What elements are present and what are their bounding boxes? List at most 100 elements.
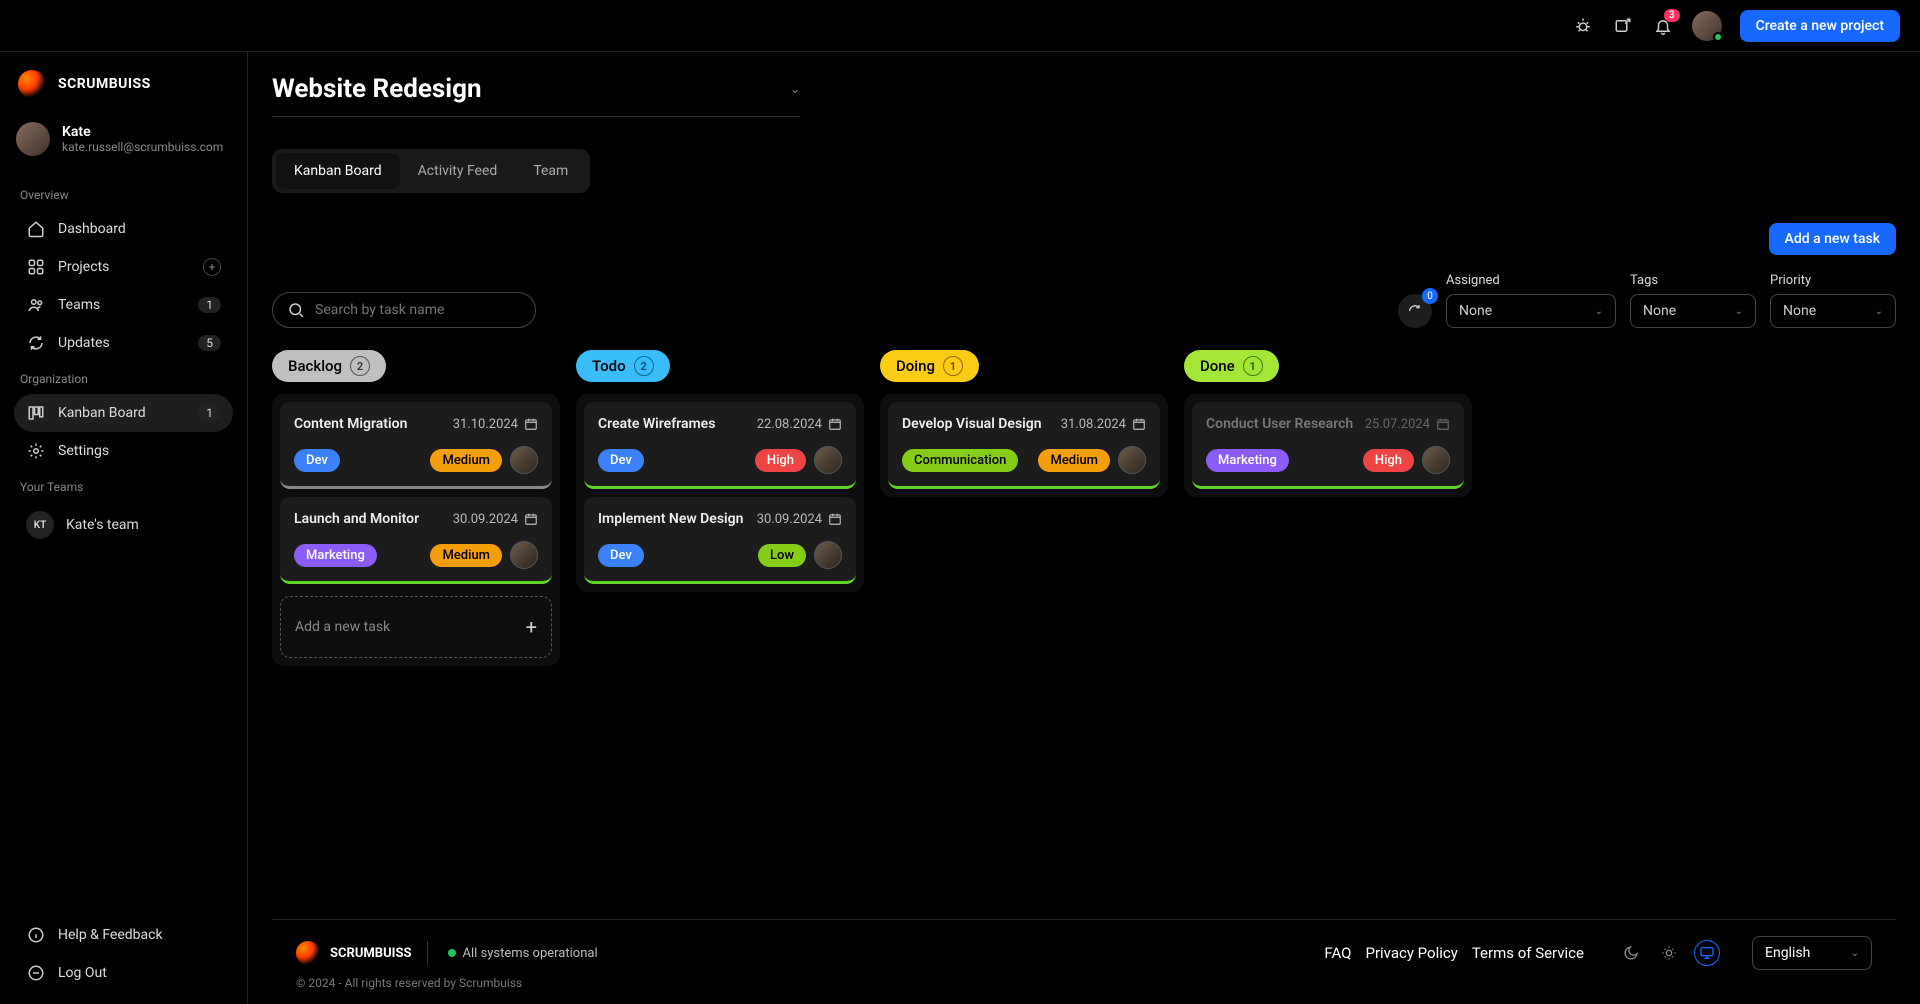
add-task-card[interactable]: Add a new task +	[280, 596, 552, 658]
tab-kanban[interactable]: Kanban Board	[276, 153, 400, 189]
column-header-todo[interactable]: Todo 2	[576, 350, 670, 382]
column-todo: Todo 2 Create Wireframes 22.08.2024 Dev …	[576, 350, 864, 592]
search-box[interactable]	[272, 292, 536, 328]
filter-priority-select[interactable]: None⌄	[1770, 294, 1896, 328]
priority-chip: Medium	[430, 449, 502, 472]
assignee-avatar	[510, 541, 538, 569]
column-done: Done 1 Conduct User Research 25.07.2024 …	[1184, 350, 1472, 497]
section-organization: Organization	[20, 372, 233, 386]
column-doing: Doing 1 Develop Visual Design 31.08.2024…	[880, 350, 1168, 497]
sun-icon[interactable]	[1656, 940, 1682, 966]
task-card[interactable]: Implement New Design 30.09.2024 Dev Low	[584, 497, 856, 584]
refresh-icon	[1407, 303, 1423, 319]
refresh-icon	[26, 333, 46, 353]
add-project-icon[interactable]: +	[203, 258, 221, 276]
theme-switcher	[1618, 940, 1720, 966]
copyright: © 2024 - All rights reserved by Scrumbui…	[272, 976, 1896, 1004]
filter-assigned-label: Assigned	[1446, 273, 1616, 288]
chevron-down-icon: ⌄	[790, 82, 800, 96]
nav-kanban[interactable]: Kanban Board 1	[14, 394, 233, 432]
tag-chip: Dev	[598, 449, 644, 472]
add-task-button[interactable]: Add a new task	[1769, 223, 1896, 255]
search-icon	[287, 301, 305, 319]
info-icon	[26, 925, 46, 945]
monitor-icon[interactable]	[1694, 940, 1720, 966]
language-select[interactable]: English⌄	[1752, 936, 1872, 970]
tag-chip: Dev	[294, 449, 340, 472]
tag-chip: Marketing	[1206, 449, 1289, 472]
refresh-filters-button[interactable]: 0	[1398, 294, 1432, 328]
nav-badge: 1	[198, 297, 221, 313]
footer-brand[interactable]: SCRUMBUISS	[296, 941, 428, 965]
filter-row: 0 Assigned None⌄ Tags None⌄ Priority Non…	[272, 273, 1896, 328]
brand[interactable]: SCRUMBUISS	[14, 70, 233, 98]
nav-teams[interactable]: Teams 1	[14, 286, 233, 324]
filter-tags-select[interactable]: None⌄	[1630, 294, 1756, 328]
tab-activity[interactable]: Activity Feed	[400, 153, 516, 189]
project-selector[interactable]: Website Redesign ⌄	[272, 74, 800, 117]
task-card[interactable]: Launch and Monitor 30.09.2024 Marketing …	[280, 497, 552, 584]
card-date: 31.10.2024	[453, 417, 538, 432]
filter-priority-label: Priority	[1770, 273, 1896, 288]
nav-label: Projects	[58, 259, 109, 275]
task-card[interactable]: Content Migration 31.10.2024 Dev Medium	[280, 402, 552, 489]
filter-assigned-select[interactable]: None⌄	[1446, 294, 1616, 328]
priority-chip: High	[755, 449, 806, 472]
create-project-button[interactable]: Create a new project	[1740, 10, 1900, 42]
user-email: kate.russell@scrumbuiss.com	[62, 140, 223, 154]
nav-label: Log Out	[58, 965, 107, 981]
nav-label: Teams	[58, 297, 100, 313]
calendar-icon	[1436, 417, 1450, 431]
sidebar-user[interactable]: Kate kate.russell@scrumbuiss.com	[14, 122, 233, 156]
tab-team[interactable]: Team	[515, 153, 586, 189]
home-icon	[26, 219, 46, 239]
kanban-board: Backlog 2 Content Migration 31.10.2024 D…	[272, 350, 1896, 666]
nav-label: Settings	[58, 443, 109, 459]
chevron-down-icon: ⌄	[1735, 306, 1743, 317]
plus-icon: +	[526, 615, 537, 639]
chevron-down-icon: ⌄	[1851, 948, 1859, 959]
task-card[interactable]: Develop Visual Design 31.08.2024 Communi…	[888, 402, 1160, 489]
logout-icon	[26, 963, 46, 983]
nav-help[interactable]: Help & Feedback	[14, 916, 233, 954]
priority-chip: Medium	[430, 544, 502, 567]
tag-chip: Marketing	[294, 544, 377, 567]
footer-terms[interactable]: Terms of Service	[1472, 944, 1584, 962]
task-card[interactable]: Conduct User Research 25.07.2024 Marketi…	[1192, 402, 1464, 489]
system-status[interactable]: All systems operational	[448, 946, 597, 961]
nav-label: Kate's team	[66, 517, 139, 533]
nav-dashboard[interactable]: Dashboard	[14, 210, 233, 248]
nav-settings[interactable]: Settings	[14, 432, 233, 470]
assignee-avatar	[510, 446, 538, 474]
notifications-icon[interactable]: 3	[1652, 15, 1674, 37]
footer-faq[interactable]: FAQ	[1324, 944, 1351, 962]
calendar-icon	[524, 417, 538, 431]
share-icon[interactable]	[1612, 15, 1634, 37]
column-header-backlog[interactable]: Backlog 2	[272, 350, 386, 382]
search-input[interactable]	[315, 302, 521, 318]
nav-team-kate[interactable]: KT Kate's team	[14, 502, 233, 548]
status-dot-icon	[448, 949, 456, 957]
footer-privacy[interactable]: Privacy Policy	[1365, 944, 1457, 962]
section-your-teams: Your Teams	[20, 480, 233, 494]
card-date: 30.09.2024	[757, 512, 842, 527]
kanban-icon	[26, 403, 46, 423]
moon-icon[interactable]	[1618, 940, 1644, 966]
task-card[interactable]: Create Wireframes 22.08.2024 Dev High	[584, 402, 856, 489]
card-date: 25.07.2024	[1365, 417, 1450, 432]
nav-projects[interactable]: Projects +	[14, 248, 233, 286]
nav-updates[interactable]: Updates 5	[14, 324, 233, 362]
column-header-doing[interactable]: Doing 1	[880, 350, 979, 382]
brand-name: SCRUMBUISS	[58, 76, 151, 92]
footer-links: FAQ Privacy Policy Terms of Service	[1324, 944, 1584, 962]
nav-badge: 1	[198, 405, 221, 421]
calendar-icon	[828, 417, 842, 431]
user-avatar-top[interactable]	[1692, 11, 1722, 41]
column-header-done[interactable]: Done 1	[1184, 350, 1279, 382]
bug-icon[interactable]	[1572, 15, 1594, 37]
nav-logout[interactable]: Log Out	[14, 954, 233, 992]
main-content: Website Redesign ⌄ Kanban Board Activity…	[248, 52, 1920, 1004]
brand-logo-icon	[296, 941, 320, 965]
priority-chip: High	[1363, 449, 1414, 472]
user-avatar	[16, 122, 50, 156]
